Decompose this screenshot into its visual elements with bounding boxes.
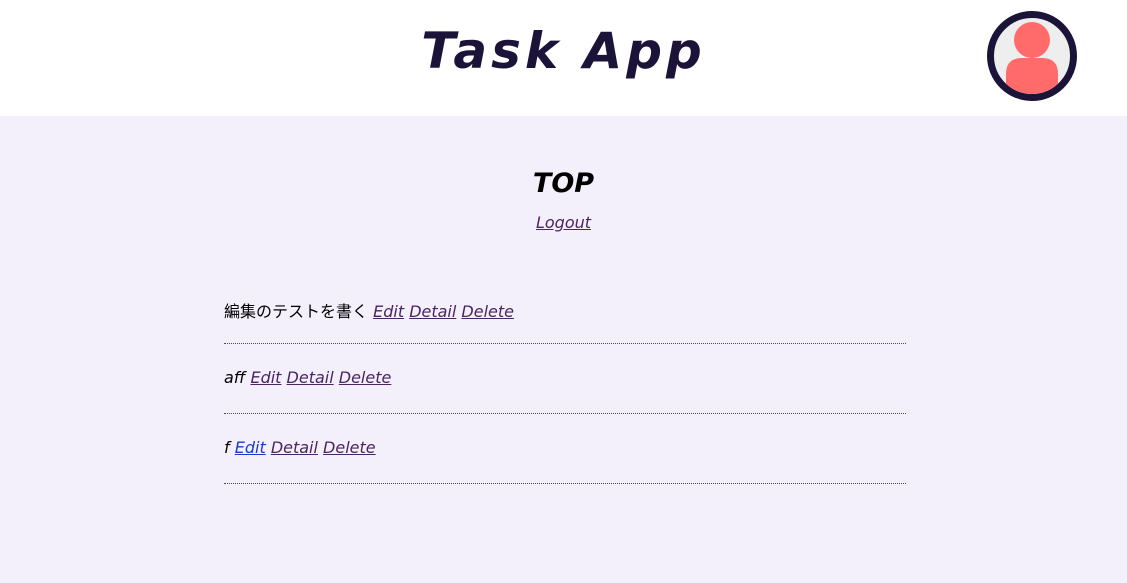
app-title: Task App <box>421 22 706 80</box>
delete-link[interactable]: Delete <box>323 438 376 457</box>
delete-link[interactable]: Delete <box>461 302 514 321</box>
task-title: 編集のテストを書く <box>224 302 369 321</box>
edit-link[interactable]: Edit <box>235 438 266 457</box>
logout-container: Logout <box>0 213 1127 232</box>
page-title: TOP <box>532 168 595 199</box>
edit-link[interactable]: Edit <box>250 368 281 387</box>
user-avatar-icon <box>1006 22 1058 94</box>
app-header: Task App <box>0 0 1127 116</box>
user-avatar[interactable] <box>987 11 1077 101</box>
task-item: 編集のテストを書く Edit Detail Delete <box>224 274 906 344</box>
detail-link[interactable]: Detail <box>271 438 318 457</box>
edit-link[interactable]: Edit <box>373 302 404 321</box>
delete-link[interactable]: Delete <box>339 368 392 387</box>
task-item: aff Edit Detail Delete <box>224 344 906 414</box>
detail-link[interactable]: Detail <box>409 302 456 321</box>
detail-link[interactable]: Detail <box>287 368 334 387</box>
main-content: TOP Logout 編集のテストを書く Edit Detail Delete … <box>0 116 1127 583</box>
task-list: 編集のテストを書く Edit Detail Delete aff Edit De… <box>224 274 906 484</box>
logout-link[interactable]: Logout <box>536 213 591 232</box>
task-item: f Edit Detail Delete <box>224 414 906 484</box>
task-title: aff <box>224 368 246 387</box>
task-title: f <box>224 438 230 457</box>
